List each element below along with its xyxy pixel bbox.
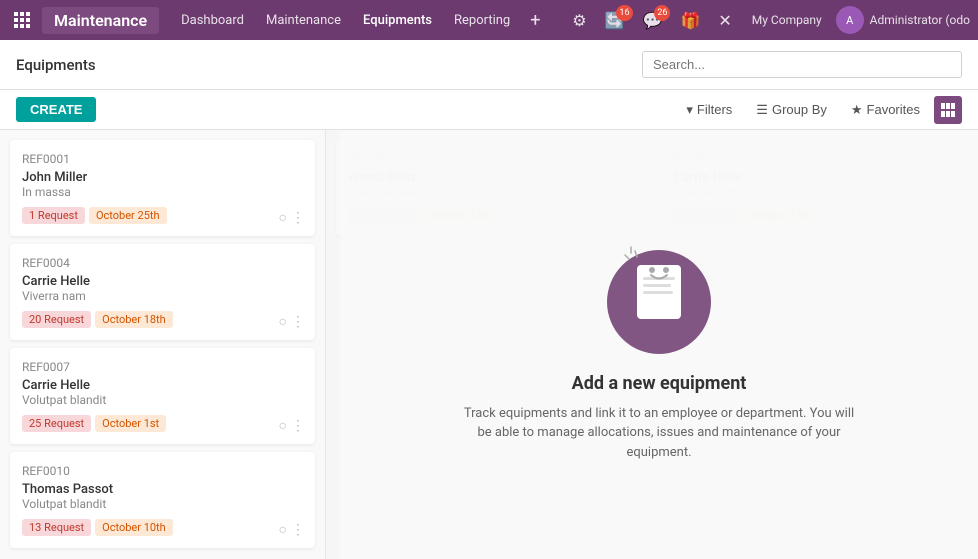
card-ref-label: REF0004 bbox=[22, 256, 303, 270]
avatar[interactable]: A bbox=[836, 6, 864, 34]
settings-icon[interactable]: ⚙ bbox=[566, 7, 592, 34]
request-tag: 20 Request bbox=[22, 311, 91, 328]
kanban-view-toggle[interactable] bbox=[934, 96, 962, 124]
card-actions: ○ ⋮ bbox=[279, 417, 305, 434]
card-ref-label: REF0010 bbox=[22, 464, 303, 478]
circle-icon[interactable]: ○ bbox=[279, 521, 287, 538]
nav-add-icon[interactable]: + bbox=[522, 8, 548, 33]
empty-description: Track equipments and link it to an emplo… bbox=[459, 404, 859, 463]
activity-icon[interactable]: 🔄 16 bbox=[599, 7, 631, 34]
request-tag: 25 Request bbox=[22, 415, 91, 432]
date-tag: October 18th bbox=[95, 311, 173, 328]
card-tags: 25 Request October 1st bbox=[22, 415, 303, 432]
card-ref0007[interactable]: REF0007 Carrie Helle Volutpat blandit 25… bbox=[10, 348, 315, 444]
date-tag: October 10th bbox=[95, 519, 173, 536]
kanban-board: REF0001 John Miller In massa 1 Request O… bbox=[0, 130, 978, 559]
card-sub: Volutpat blandit bbox=[22, 497, 303, 511]
create-button[interactable]: CREATE bbox=[16, 97, 96, 122]
card-name: Carrie Helle bbox=[22, 378, 303, 393]
card-actions: ○ ⋮ bbox=[279, 209, 305, 226]
favorites-button[interactable]: ★ Favorites bbox=[841, 98, 930, 122]
card-name: Carrie Helle bbox=[22, 274, 303, 289]
card-ref-label: REF0007 bbox=[22, 360, 303, 374]
card-sub: Volutpat blandit bbox=[22, 393, 303, 407]
card-tags: 1 Request October 25th bbox=[22, 207, 303, 224]
card-ref0010[interactable]: REF0010 Thomas Passot Volutpat blandit 1… bbox=[10, 452, 315, 548]
close-icon[interactable]: ✕ bbox=[712, 7, 737, 34]
card-tags: 13 Request October 10th bbox=[22, 519, 303, 536]
more-icon[interactable]: ⋮ bbox=[291, 314, 305, 330]
nav-links: Dashboard Maintenance Equipments Reporti… bbox=[171, 8, 548, 33]
toolbar: CREATE ▾ Filters ☰ Group By ★ Favorites bbox=[0, 90, 978, 130]
date-tag: October 25th bbox=[89, 207, 167, 224]
gift-icon[interactable]: 🎁 bbox=[674, 7, 706, 34]
groupby-button[interactable]: ☰ Group By bbox=[746, 98, 837, 122]
more-icon[interactable]: ⋮ bbox=[291, 210, 305, 226]
topnav-right: ⚙ 🔄 16 💬 26 🎁 ✕ My Company A Administrat… bbox=[566, 6, 970, 34]
circle-icon[interactable]: ○ bbox=[279, 209, 287, 226]
search-bar bbox=[642, 51, 962, 78]
star-icon: ★ bbox=[851, 102, 863, 118]
app-title[interactable]: Maintenance bbox=[42, 7, 159, 34]
request-tag: 13 Request bbox=[22, 519, 91, 536]
topnav: Maintenance Dashboard Maintenance Equipm… bbox=[0, 0, 978, 40]
card-sub: In massa bbox=[22, 185, 303, 199]
groupby-label: Group By bbox=[772, 102, 827, 117]
filters-label: Filters bbox=[697, 102, 732, 117]
request-tag: 1 Request bbox=[22, 207, 85, 224]
empty-illustration bbox=[599, 227, 719, 357]
grid-menu-icon[interactable] bbox=[8, 6, 36, 34]
chat-icon[interactable]: 💬 26 bbox=[637, 7, 669, 34]
circle-icon[interactable]: ○ bbox=[279, 313, 287, 330]
more-icon[interactable]: ⋮ bbox=[291, 418, 305, 434]
chat-badge: 26 bbox=[654, 5, 670, 21]
user-label[interactable]: Administrator (odo bbox=[870, 13, 970, 27]
card-sub: Viverra nam bbox=[22, 289, 303, 303]
search-input[interactable] bbox=[642, 51, 962, 78]
favorites-label: Favorites bbox=[867, 102, 920, 117]
toolbar-right: ▾ Filters ☰ Group By ★ Favorites bbox=[676, 96, 962, 124]
groupby-icon: ☰ bbox=[756, 102, 768, 118]
date-tag: October 1st bbox=[95, 415, 166, 432]
filter-icon: ▾ bbox=[686, 102, 693, 118]
circle-icon[interactable]: ○ bbox=[279, 417, 287, 434]
kanban-col-1: REF0001 John Miller In massa 1 Request O… bbox=[0, 130, 326, 559]
nav-equipments[interactable]: Equipments bbox=[353, 9, 442, 32]
card-ref0004[interactable]: REF0004 Carrie Helle Viverra nam 20 Requ… bbox=[10, 244, 315, 340]
nav-dashboard[interactable]: Dashboard bbox=[171, 9, 254, 32]
filters-button[interactable]: ▾ Filters bbox=[676, 98, 742, 122]
nav-maintenance[interactable]: Maintenance bbox=[256, 9, 351, 32]
nav-reporting[interactable]: Reporting bbox=[444, 9, 520, 32]
card-name: John Miller bbox=[22, 170, 303, 185]
card-tags: 20 Request October 18th bbox=[22, 311, 303, 328]
page-title: Equipments bbox=[16, 56, 96, 74]
card-actions: ○ ⋮ bbox=[279, 521, 305, 538]
card-name: Thomas Passot bbox=[22, 482, 303, 497]
card-ref-label: REF0001 bbox=[22, 152, 303, 166]
empty-title: Add a new equipment bbox=[572, 373, 747, 394]
empty-state-overlay: Add a new equipment Track equipments and… bbox=[340, 130, 978, 559]
subheader: Equipments bbox=[0, 40, 978, 90]
more-icon[interactable]: ⋮ bbox=[291, 522, 305, 538]
card-actions: ○ ⋮ bbox=[279, 313, 305, 330]
company-selector[interactable]: My Company bbox=[744, 9, 830, 31]
card-ref0001[interactable]: REF0001 John Miller In massa 1 Request O… bbox=[10, 140, 315, 236]
activity-badge: 16 bbox=[616, 5, 632, 21]
